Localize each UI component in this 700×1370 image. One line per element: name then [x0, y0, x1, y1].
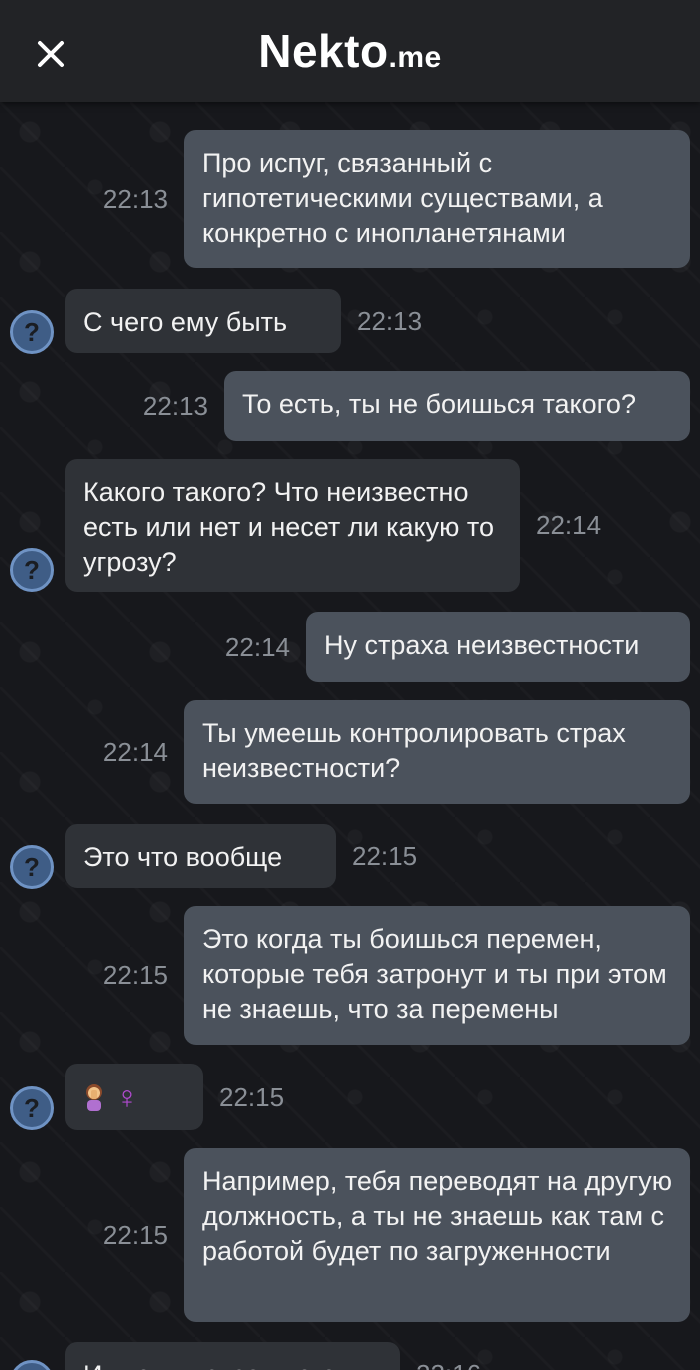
app-logo: Nekto.me — [0, 24, 700, 78]
message-time: 22:15 — [102, 960, 168, 990]
message-bubble: ♀ — [65, 1064, 203, 1130]
message-bubble: То есть, ты не боишься такого? — [224, 371, 690, 441]
message-bubble: Какого такого? Что неизвестно есть или н… — [65, 459, 520, 592]
message-time: 22:13 — [102, 183, 168, 214]
stranger-avatar: ? — [10, 310, 54, 354]
message-bubble: Это что вообще — [65, 824, 336, 888]
message-bubble: Это когда ты боишься перемен, которые те… — [184, 906, 690, 1045]
message-outgoing: 22:13 Про испуг, связанный с гипотетичес… — [103, 130, 690, 268]
message-outgoing: 22:15 Это когда ты боишься перемен, кото… — [103, 906, 690, 1045]
message-time: 22:16 — [416, 1359, 481, 1370]
message-time: 22:14 — [102, 736, 168, 767]
message-incoming: Какого такого? Что неизвестно есть или н… — [65, 459, 601, 592]
message-outgoing: 22:15 Например, тебя переводят на другую… — [103, 1148, 690, 1322]
message-incoming: ♀ 22:15 — [65, 1064, 284, 1130]
message-time: 22:15 — [102, 1219, 168, 1250]
chat-area[interactable]: 22:13 Про испуг, связанный с гипотетичес… — [0, 102, 700, 1370]
stranger-avatar: ? — [10, 845, 54, 889]
message-time: 22:15 — [219, 1081, 285, 1112]
message-outgoing: 22:14 Ну страха неизвестности — [225, 612, 690, 682]
message-incoming: С чего ему быть 22:13 — [65, 289, 422, 353]
message-incoming: Это что вообще 22:15 — [65, 824, 417, 888]
message-bubble: Про испуг, связанный с гипотетическими с… — [184, 130, 690, 268]
stranger-avatar: ? — [10, 1360, 54, 1370]
message-time: 22:15 — [352, 840, 418, 871]
logo-tld: .me — [388, 41, 442, 74]
woman-facepalming-icon — [83, 1083, 105, 1111]
message-outgoing: 22:13 То есть, ты не боишься такого? — [143, 371, 690, 441]
message-bubble: С чего ему быть — [65, 289, 341, 353]
stranger-avatar: ? — [10, 548, 54, 592]
message-time: 22:14 — [536, 510, 602, 540]
message-bubble: Ну страха неизвестности — [306, 612, 690, 682]
logo-main: Nekto — [258, 25, 389, 77]
message-outgoing: 22:14 Ты умеешь контролировать страх неи… — [103, 700, 690, 804]
stranger-avatar: ? — [10, 1086, 54, 1130]
message-time: 22:13 — [357, 305, 423, 336]
message-time: 22:14 — [224, 631, 290, 662]
female-sign-icon: ♀ — [115, 1078, 139, 1115]
message-time: 22:13 — [142, 390, 208, 421]
message-bubble: Ты умеешь контролировать страх неизвестн… — [184, 700, 690, 804]
top-bar: Nekto.me — [0, 0, 700, 102]
message-bubble: И что тут страшного — [65, 1342, 400, 1370]
message-incoming: И что тут страшного 22:16 — [65, 1342, 481, 1370]
message-bubble: Например, тебя переводят на другую должн… — [184, 1148, 690, 1322]
